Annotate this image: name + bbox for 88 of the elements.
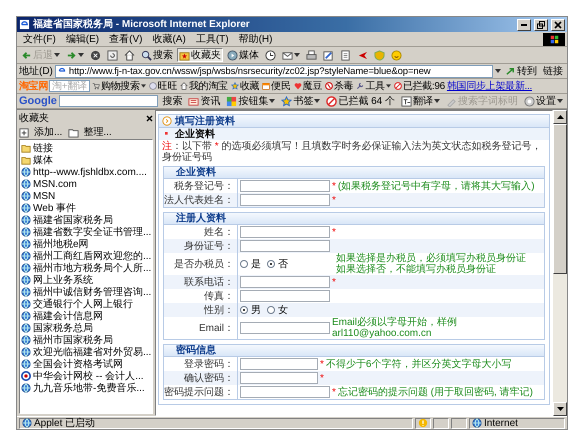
window-title: 福建省国家税务局 - Microsoft Internet Explorer bbox=[33, 19, 251, 30]
favorite-item[interactable]: MSN.com bbox=[21, 178, 151, 190]
toolbar-logo: Google bbox=[19, 96, 57, 106]
required-mark: * bbox=[332, 226, 336, 238]
favorite-item[interactable]: Web 事件 bbox=[21, 202, 151, 214]
note-text: 注：以下带 * 的选项必须填写！且填数字时务必保证输入法为英文状态如税务登记号，身份证号码 bbox=[161, 140, 542, 164]
favorite-item[interactable]: http--www.fjshldbx.com.... bbox=[21, 166, 151, 178]
toolbar-button[interactable]: 按钮集 bbox=[224, 94, 278, 108]
menu-item[interactable]: 文件(F) bbox=[19, 34, 60, 44]
required-mark: * bbox=[332, 276, 336, 288]
field-label: 确认密码： bbox=[164, 371, 238, 385]
organize-button[interactable]: 整理... bbox=[68, 126, 112, 138]
menu-item[interactable]: 查看(V) bbox=[105, 34, 146, 44]
field-label: 法人代表姓名： bbox=[164, 193, 238, 207]
go-button[interactable]: 转到 bbox=[503, 64, 539, 78]
toolbar-button[interactable]: 搜索 bbox=[160, 94, 184, 108]
toolbar-button[interactable]: 旺旺 bbox=[148, 79, 178, 93]
menu-item[interactable]: 帮助(H) bbox=[234, 34, 276, 44]
section-title: 注册人资料 bbox=[164, 213, 544, 225]
required-mark: * bbox=[332, 194, 336, 206]
favorite-item[interactable]: 中华会计网校 -- 会计人... bbox=[21, 370, 151, 382]
option-label: 否 bbox=[278, 258, 288, 270]
toolbar-button[interactable]: 已拦截:96 bbox=[392, 79, 446, 93]
favorite-item[interactable]: 福建省国家税务局 bbox=[21, 214, 151, 226]
toolbar-button[interactable]: 购物搜索 bbox=[90, 79, 147, 93]
favorite-item[interactable]: 国家税务总局 bbox=[21, 322, 151, 334]
option-label: 女 bbox=[278, 304, 288, 316]
toolbar-button[interactable]: 已拦截 64 个 bbox=[324, 94, 397, 108]
favorite-item[interactable]: 福州市国家税务局 bbox=[21, 334, 151, 346]
toolbar-button[interactable]: 书签 bbox=[279, 94, 322, 108]
hint-text: 如果选择否，不能填写办税员身份证 bbox=[336, 264, 497, 275]
required-mark: * bbox=[320, 372, 324, 384]
option-label: 是 bbox=[251, 258, 261, 270]
field-label: 性别： bbox=[164, 303, 238, 317]
required-mark: * bbox=[320, 358, 324, 370]
status-text: Applet 已启动 bbox=[34, 418, 96, 428]
favorite-item[interactable]: 福州地税e网 bbox=[21, 238, 151, 250]
hint-text: (如果税务登记号中有字母，请将其大写输入) bbox=[338, 180, 535, 192]
field-label: 身份证号： bbox=[164, 239, 238, 253]
favorite-item[interactable]: 福建会计信息网 bbox=[21, 310, 151, 322]
toolbar-button[interactable]: 魔豆 bbox=[292, 79, 323, 93]
sidebar-title: 收藏夹 bbox=[19, 113, 49, 124]
favorite-item[interactable]: 福州中诚信财务管理咨询... bbox=[21, 286, 151, 298]
toolbar-button[interactable]: 资讯 bbox=[186, 94, 222, 108]
menu-item[interactable]: 收藏(A) bbox=[148, 34, 190, 44]
required-mark: * bbox=[332, 180, 336, 192]
toolbar-button[interactable]: 搜索 bbox=[139, 48, 175, 62]
favorite-item[interactable]: 链接 bbox=[21, 142, 151, 154]
add-button[interactable]: 添加... bbox=[19, 126, 62, 138]
promo-link[interactable]: 韩国同步上架最新... bbox=[446, 80, 532, 92]
toolbar-button[interactable]: 我的淘宝 bbox=[178, 79, 229, 93]
favorite-item[interactable]: 福建省数字安全证书管理... bbox=[21, 226, 151, 238]
favorite-item[interactable]: 交通银行个人网上银行 bbox=[21, 298, 151, 310]
menu-item[interactable]: 编辑(E) bbox=[62, 34, 104, 44]
hint-text: 忘记密码的提示问题 (用于取回密码, 请牢记) bbox=[338, 386, 533, 398]
zone-label: Internet bbox=[484, 418, 518, 428]
field-label: 密码提示问题： bbox=[164, 385, 238, 399]
favorite-item[interactable]: 福州市地方税务局个人所... bbox=[21, 262, 151, 274]
favorite-item[interactable]: 九九音乐地带-免费音乐... bbox=[21, 382, 151, 394]
field-label: 联系电话： bbox=[164, 275, 238, 289]
toolbar-button[interactable]: 工具 bbox=[355, 79, 392, 93]
toolbar-button[interactable]: 便民 bbox=[261, 79, 292, 93]
field-label: Email： bbox=[164, 317, 238, 339]
hint-text: 如果选择是办税员，必须填写办税员身份证 bbox=[336, 253, 526, 264]
toolbar-button[interactable]: 媒体 bbox=[225, 48, 261, 62]
section-title: 密码信息 bbox=[164, 345, 544, 357]
toolbar-button[interactable]: 收藏 bbox=[230, 79, 260, 93]
toolbar-button[interactable]: 设置 bbox=[522, 94, 565, 108]
address-field[interactable]: http://www.fj-n-tax.gov.cn/wssw/jsp/wsbs/nsrsecurity/zc02.jsp?styleName=blue&op=new bbox=[54, 64, 493, 78]
favorite-item[interactable]: MSN bbox=[21, 190, 151, 202]
toolbar-button[interactable]: 收藏夹 bbox=[177, 48, 223, 62]
toolbar-button[interactable]: 杀毒 bbox=[324, 79, 354, 93]
option-label: 男 bbox=[251, 304, 261, 316]
links-button[interactable]: 链接 bbox=[541, 64, 565, 78]
favorite-item[interactable]: 全国会计资格考试网 bbox=[21, 358, 151, 370]
favorite-item[interactable]: 福州工商红盾网欢迎您的... bbox=[21, 250, 151, 262]
hint-text: 不得少于6个字符，并区分英文字母大小写 bbox=[326, 358, 512, 370]
required-mark: * bbox=[332, 386, 336, 398]
hint-text: Email必须以字母开始，样例arl110@yahoo.com.cn bbox=[332, 317, 458, 339]
favorite-item[interactable]: 欢迎光临福建省对外贸易... bbox=[21, 346, 151, 358]
favorite-item[interactable]: 媒体 bbox=[21, 154, 151, 166]
favorite-item[interactable]: 网上业务系统 bbox=[21, 274, 151, 286]
address-label: 地址(D) bbox=[19, 66, 53, 76]
toolbar-button[interactable]: 翻译 bbox=[399, 94, 442, 108]
subtitle: 企业资料 bbox=[175, 128, 215, 140]
section-title: 企业资料 bbox=[164, 167, 544, 179]
menu-item[interactable]: 工具(T) bbox=[192, 34, 233, 44]
panel-title: 填写注册资料 bbox=[175, 116, 235, 126]
